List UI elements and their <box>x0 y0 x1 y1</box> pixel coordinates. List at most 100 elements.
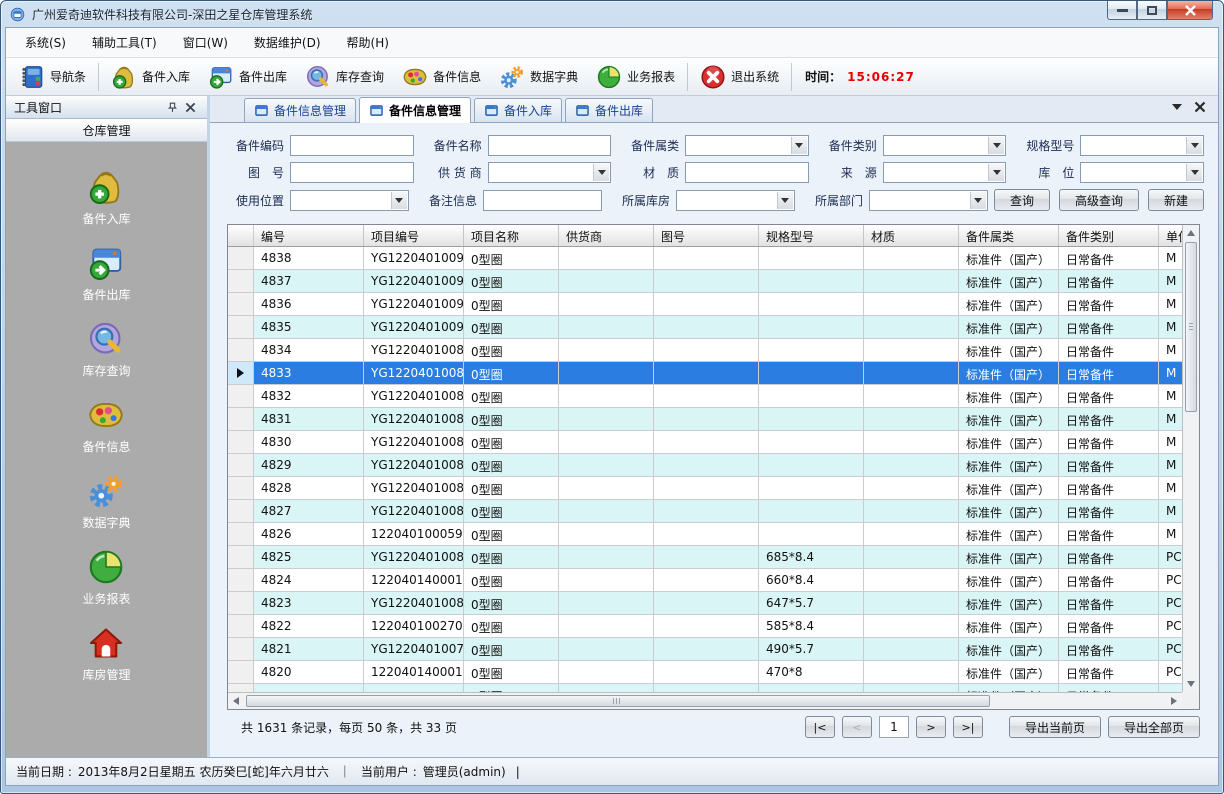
dropdown-arrow-button[interactable] <box>988 137 1004 154</box>
scroll-down-button[interactable] <box>1183 676 1199 692</box>
table-row[interactable]: 482412204014000120型圈660*8.4标准件（国产）日常备件PC <box>228 569 1182 592</box>
text-input[interactable] <box>290 162 414 183</box>
pin-button[interactable] <box>163 98 181 116</box>
next-page-button[interactable]: > <box>916 716 946 738</box>
query-button[interactable]: 查询 <box>994 189 1050 211</box>
table-row[interactable]: 4835YG122040100900型圈标准件（国产）日常备件M <box>228 316 1182 339</box>
dropdown-arrow-button[interactable] <box>1186 164 1202 181</box>
table-row[interactable]: 482612204010005990型圈标准件（国产）日常备件M <box>228 523 1182 546</box>
table-row-partial[interactable]: 0型圈标准件（国产）日常备件 <box>228 684 1182 692</box>
column-header[interactable]: 供货商 <box>559 225 654 246</box>
toolbar-button-report-pie[interactable]: 业务报表 <box>587 60 684 94</box>
select-dropdown[interactable] <box>1080 162 1204 183</box>
toolbar-button-inventory-query[interactable]: 库存查询 <box>296 60 393 94</box>
table-row[interactable]: 4825YG122040100810型圈685*8.4标准件（国产）日常备件PC <box>228 546 1182 569</box>
table-row[interactable]: 4823YG122040100800型圈647*5.7标准件（国产）日常备件PC <box>228 592 1182 615</box>
sidebar-item-inventory-query[interactable]: 库存查询 <box>82 320 130 379</box>
export-all-pages-button[interactable]: 导出全部页 <box>1108 716 1200 738</box>
text-input[interactable] <box>685 162 809 183</box>
table-row[interactable]: 4829YG122040100840型圈标准件（国产）日常备件M <box>228 454 1182 477</box>
text-input[interactable] <box>483 190 602 211</box>
text-input[interactable] <box>290 135 414 156</box>
horizontal-scroll-thumb[interactable] <box>246 695 990 707</box>
table-row[interactable]: 4827YG122040100820型圈标准件（国产）日常备件M <box>228 500 1182 523</box>
column-header[interactable]: 项目名称 <box>464 225 559 246</box>
sidebar-item-parts-inbound[interactable]: 备件入库 <box>82 168 130 227</box>
horizontal-scrollbar[interactable] <box>228 692 1182 709</box>
column-header[interactable]: 图号 <box>654 225 759 246</box>
prev-page-button[interactable]: < <box>842 716 872 738</box>
table-row[interactable]: 4821YG122040100790型圈490*5.7标准件（国产）日常备件PC <box>228 638 1182 661</box>
menu-item[interactable]: 窗口(W) <box>170 29 241 56</box>
select-dropdown[interactable] <box>676 190 795 211</box>
sidebar-item-parts-outbound[interactable]: 备件出库 <box>82 244 130 303</box>
tab-3[interactable]: 备件入库 <box>474 98 562 122</box>
toolbar-button-navbar-book[interactable]: 导航条 <box>10 60 95 94</box>
vertical-scrollbar[interactable] <box>1182 225 1199 692</box>
sidebar-item-warehouse-manage[interactable]: 库房管理 <box>82 624 130 683</box>
select-dropdown[interactable] <box>685 135 809 156</box>
tab-1[interactable]: 备件信息管理 <box>244 98 356 122</box>
table-row[interactable]: 4828YG122040100830型圈标准件（国产）日常备件M <box>228 477 1182 500</box>
dropdown-arrow-button[interactable] <box>791 137 807 154</box>
toolbar-button-exit-system[interactable]: 退出系统 <box>691 60 788 94</box>
sidebar-item-data-dict[interactable]: 数据字典 <box>82 472 130 531</box>
dropdown-arrow-button[interactable] <box>593 164 609 181</box>
scroll-up-button[interactable] <box>1183 225 1199 241</box>
table-row[interactable]: 482012204014000130型圈470*8标准件（国产）日常备件PC <box>228 661 1182 684</box>
export-current-page-button[interactable]: 导出当前页 <box>1009 716 1101 738</box>
dropdown-arrow-button[interactable] <box>988 164 1004 181</box>
select-dropdown[interactable] <box>869 190 988 211</box>
dropdown-arrow-button[interactable] <box>1186 137 1202 154</box>
menu-item[interactable]: 帮助(H) <box>334 29 402 56</box>
toolbar-button-parts-inbound[interactable]: 备件入库 <box>102 60 199 94</box>
text-input[interactable] <box>488 135 612 156</box>
page-number-input[interactable]: 1 <box>879 716 909 738</box>
dropdown-arrow-button[interactable] <box>970 192 986 209</box>
table-row[interactable]: 482212204010027000型圈585*8.4标准件（国产）日常备件PC <box>228 615 1182 638</box>
column-header[interactable]: 规格型号 <box>759 225 864 246</box>
column-header[interactable]: 单位 <box>1159 225 1182 246</box>
vertical-scroll-track[interactable] <box>1183 413 1199 676</box>
toolbar-button-data-dict[interactable]: 数据字典 <box>490 60 587 94</box>
toolbar-button-parts-info[interactable]: 备件信息 <box>393 60 490 94</box>
select-dropdown[interactable] <box>883 162 1007 183</box>
table-row[interactable]: 4833YG122040100880型圈标准件（国产）日常备件M <box>228 362 1182 385</box>
select-dropdown[interactable] <box>1080 135 1204 156</box>
menu-item[interactable]: 系统(S) <box>12 29 79 56</box>
sidebar-item-parts-info[interactable]: 备件信息 <box>82 396 130 455</box>
tab-list-button[interactable] <box>1172 104 1182 110</box>
advanced-query-button[interactable]: 高级查询 <box>1059 189 1139 211</box>
new-button[interactable]: 新建 <box>1148 189 1204 211</box>
table-row[interactable]: 4830YG122040100850型圈标准件（国产）日常备件M <box>228 431 1182 454</box>
menu-item[interactable]: 辅助工具(T) <box>79 29 170 56</box>
warehouse-group-header[interactable]: 仓库管理 <box>6 119 207 142</box>
table-row[interactable]: 4832YG122040100870型圈标准件（国产）日常备件M <box>228 385 1182 408</box>
tab-close-button[interactable] <box>1194 101 1206 113</box>
dropdown-arrow-button[interactable] <box>391 192 407 209</box>
select-dropdown[interactable] <box>290 190 409 211</box>
minimize-button[interactable] <box>1107 1 1137 20</box>
toolbar-button-parts-outbound[interactable]: 备件出库 <box>199 60 296 94</box>
tab-4[interactable]: 备件出库 <box>565 98 653 122</box>
dropdown-arrow-button[interactable] <box>777 192 793 209</box>
column-header[interactable]: 项目编号 <box>364 225 464 246</box>
table-row[interactable]: 4834YG122040100890型圈标准件（国产）日常备件M <box>228 339 1182 362</box>
table-row[interactable]: 4838YG122040100930型圈标准件（国产）日常备件M <box>228 247 1182 270</box>
select-dropdown[interactable] <box>883 135 1007 156</box>
sidebar-close-button[interactable] <box>181 98 199 116</box>
tab-2-active[interactable]: 备件信息管理 <box>359 97 471 123</box>
vertical-scroll-thumb[interactable] <box>1185 242 1197 412</box>
table-row[interactable]: 4837YG122040100920型圈标准件（国产）日常备件M <box>228 270 1182 293</box>
scroll-right-button[interactable] <box>1166 693 1182 709</box>
menu-item[interactable]: 数据维护(D) <box>241 29 334 56</box>
scroll-left-button[interactable] <box>228 693 244 709</box>
last-page-button[interactable]: >| <box>953 716 983 738</box>
table-row[interactable]: 4831YG122040100860型圈标准件（国产）日常备件M <box>228 408 1182 431</box>
sidebar-item-report-pie[interactable]: 业务报表 <box>82 548 130 607</box>
column-header[interactable]: 备件类别 <box>1059 225 1159 246</box>
table-row[interactable]: 4836YG122040100910型圈标准件（国产）日常备件M <box>228 293 1182 316</box>
column-header[interactable]: 材质 <box>864 225 959 246</box>
column-header[interactable]: 备件属类 <box>959 225 1059 246</box>
first-page-button[interactable]: |< <box>805 716 835 738</box>
